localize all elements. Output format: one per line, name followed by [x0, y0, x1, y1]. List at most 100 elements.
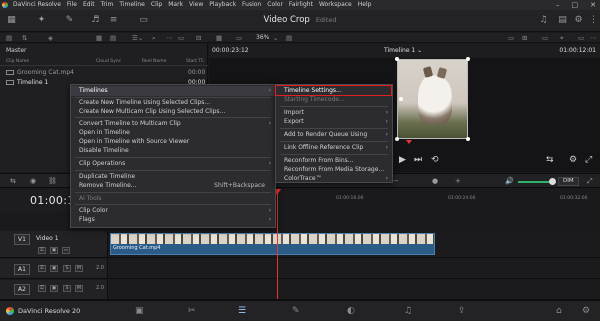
- options-icon[interactable]: ⚙: [569, 155, 577, 165]
- menu-item-reconform-storage[interactable]: Reconform From Media Storage...: [284, 166, 384, 173]
- solo-button[interactable]: S: [63, 265, 71, 272]
- crop-handle[interactable]: [466, 57, 470, 61]
- crop-handle[interactable]: [399, 97, 403, 101]
- loop-icon[interactable]: ⟲: [431, 155, 439, 165]
- bin-name[interactable]: Master: [6, 47, 27, 54]
- menu-item-create-multicam[interactable]: Create New Multicam Clip Using Selected …: [79, 108, 225, 115]
- menu-clip[interactable]: Clip: [148, 0, 165, 10]
- timeline-view-icon[interactable]: ⇆: [10, 177, 16, 185]
- crop-handle[interactable]: [395, 57, 399, 61]
- sort-menu-icon[interactable]: ☰⌄: [132, 34, 143, 42]
- column-clip-name[interactable]: Clip Name: [6, 59, 29, 64]
- zoom-slider-knob[interactable]: ●: [432, 177, 438, 185]
- crop-handle[interactable]: [395, 137, 399, 141]
- dim-button[interactable]: DIM: [558, 177, 579, 186]
- menu-view[interactable]: View: [186, 0, 206, 10]
- match-frame-icon[interactable]: ⇆: [546, 155, 554, 165]
- column-cloud-sync[interactable]: Cloud Sync: [96, 59, 121, 64]
- video-frame[interactable]: [397, 59, 468, 139]
- menu-edit[interactable]: Edit: [80, 0, 98, 10]
- cut-page-icon[interactable]: ✂: [188, 306, 196, 316]
- inspector-toggle-icon[interactable]: ▭: [138, 15, 149, 26]
- fairlight-page-icon[interactable]: ♫: [404, 306, 412, 316]
- minimize-button[interactable]: –: [556, 0, 560, 10]
- menu-fusion[interactable]: Fusion: [239, 0, 264, 10]
- menu-item-open-timeline[interactable]: Open in Timeline: [79, 129, 130, 136]
- menu-color[interactable]: Color: [264, 0, 286, 10]
- zoom-level[interactable]: 36%: [256, 33, 269, 43]
- view-options-icon[interactable]: ⊞: [522, 34, 527, 42]
- play-icon[interactable]: ▶: [399, 155, 406, 165]
- timeline-playhead[interactable]: [277, 189, 278, 299]
- menu-playback[interactable]: Playback: [206, 0, 239, 10]
- menu-item-clip-operations[interactable]: Clip Operations: [79, 160, 125, 167]
- link-icon[interactable]: ⛓: [48, 177, 57, 185]
- video-clip[interactable]: Grooming Cat.mp4: [110, 233, 435, 255]
- column-reel-name[interactable]: Reel Name: [142, 59, 166, 64]
- menu-item-convert-multicam[interactable]: Convert Timeline to Multicam Clip: [79, 120, 181, 127]
- auto-select-icon[interactable]: ▣: [50, 265, 58, 272]
- fusion-page-icon[interactable]: ✎: [292, 306, 300, 316]
- mute-button[interactable]: M: [75, 285, 83, 292]
- maximize-button[interactable]: □: [572, 0, 579, 10]
- bin-list-icon[interactable]: ▤: [6, 34, 12, 42]
- auto-select-icon[interactable]: ▣: [50, 285, 58, 292]
- edit-page-icon[interactable]: ☰: [238, 306, 246, 316]
- list-view-icon[interactable]: ▦: [96, 34, 102, 42]
- lock-icon[interactable]: ⚿: [38, 285, 46, 292]
- more-icon[interactable]: ⋮: [588, 15, 599, 26]
- menu-file[interactable]: File: [64, 0, 80, 10]
- menu-item-export[interactable]: Export: [284, 118, 304, 125]
- color-space-icon[interactable]: ⌖: [560, 34, 564, 42]
- sound-library-icon[interactable]: ♬: [90, 15, 101, 26]
- visibility-icon[interactable]: ▭: [62, 247, 70, 254]
- home-icon[interactable]: ⌂: [556, 306, 562, 316]
- menu-item-open-source-viewer[interactable]: Open in Timeline with Source Viewer: [79, 138, 189, 145]
- fullscreen-viewer-icon[interactable]: ⤢: [585, 155, 592, 165]
- metadata-icon[interactable]: ♫: [538, 15, 549, 26]
- menu-timeline[interactable]: Timeline: [116, 0, 148, 10]
- menu-item-colortrace[interactable]: ColorTrace™: [284, 175, 322, 182]
- menu-item-clip-color[interactable]: Clip Color: [79, 207, 108, 214]
- effects-icon[interactable]: ✦: [36, 15, 47, 26]
- volume-slider-knob[interactable]: [549, 178, 556, 185]
- fullscreen-icon[interactable]: ▭: [578, 34, 584, 42]
- viewer-mode-icon[interactable]: ▭: [178, 34, 184, 42]
- menu-workspace[interactable]: Workspace: [316, 0, 355, 10]
- speaker-icon[interactable]: 🔊: [505, 177, 514, 185]
- zoom-out-icon[interactable]: −: [393, 177, 399, 185]
- zoom-dropdown-icon[interactable]: ⌄: [273, 34, 278, 42]
- menu-help[interactable]: Help: [355, 0, 375, 10]
- menu-item-timelines[interactable]: Timelines: [79, 87, 108, 94]
- search-icon[interactable]: ⌕: [152, 34, 156, 42]
- expand-icon[interactable]: ⤢: [587, 177, 593, 186]
- options-icon[interactable]: ⋯: [166, 34, 173, 42]
- zoom-in-icon[interactable]: +: [455, 177, 461, 185]
- track-label[interactable]: A2: [14, 284, 30, 295]
- split-icon[interactable]: ⊟: [196, 34, 201, 42]
- menu-dots-icon[interactable]: ⋯: [590, 34, 597, 42]
- viewer-options-icon[interactable]: ▤: [286, 34, 292, 42]
- dual-view-icon[interactable]: ▭: [542, 34, 548, 42]
- menu-item-add-render-queue[interactable]: Add to Render Queue Using: [284, 131, 367, 138]
- menu-mark[interactable]: Mark: [165, 0, 186, 10]
- edit-index-icon[interactable]: ✎: [64, 15, 75, 26]
- media-pool-clip-row[interactable]: Grooming Cat.mp4 00:00: [6, 69, 205, 76]
- tag-icon[interactable]: ◈: [48, 34, 53, 42]
- solo-button[interactable]: S: [63, 285, 71, 292]
- grid-view-icon[interactable]: ▤: [110, 34, 116, 42]
- viewer-timeline-name[interactable]: Timeline 1 ⌄: [384, 44, 422, 58]
- menu-item-import[interactable]: Import: [284, 109, 304, 116]
- menu-item-link-offline[interactable]: Link Offline Reference Clip: [284, 144, 363, 151]
- menu-trim[interactable]: Trim: [98, 0, 117, 10]
- fit-icon[interactable]: ▦: [216, 34, 222, 42]
- menu-item-disable-timeline[interactable]: Disable Timeline: [79, 147, 129, 154]
- mute-button[interactable]: M: [75, 265, 83, 272]
- inspector-icon[interactable]: ▤: [557, 15, 568, 26]
- menu-item-create-timeline[interactable]: Create New Timeline Using Selected Clips…: [79, 99, 210, 106]
- media-pool-icon[interactable]: ▦: [6, 15, 17, 26]
- deliver-page-icon[interactable]: ⇪: [458, 306, 466, 316]
- lock-icon[interactable]: ⚿: [38, 247, 46, 254]
- menu-item-duplicate-timeline[interactable]: Duplicate Timeline: [79, 173, 135, 180]
- auto-select-icon[interactable]: ▣: [50, 247, 58, 254]
